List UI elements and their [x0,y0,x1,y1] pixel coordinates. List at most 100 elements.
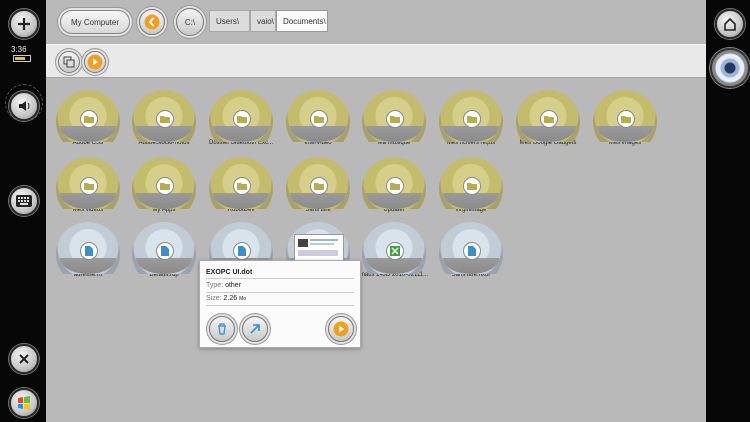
folder-icon [237,116,247,123]
type-value: other [225,282,242,289]
item-dome [439,90,503,142]
document-icon [238,246,246,256]
folder-item[interactable]: Adobe CS3 [51,90,125,147]
item-dome [516,90,580,142]
volume-button[interactable] [9,91,39,121]
file-preview-thumbnail [294,234,344,262]
folder-item[interactable]: Updater [357,157,431,214]
plus-icon [18,18,30,30]
type-label: Type: [206,282,224,289]
item-dome [209,90,273,142]
folder-item[interactable]: virginimage [434,157,508,214]
item-dome [132,222,196,274]
folder-icon [390,183,400,190]
folder-icon [237,183,247,190]
folder-icon [621,116,631,123]
size-unit: Mo [239,296,247,302]
folder-icon [467,116,477,123]
item-dome [362,222,426,274]
close-icon [19,354,29,364]
crumb-users[interactable]: Users\ [209,10,250,32]
item-dome [439,157,503,209]
popup-size-row: Size: 2.26 Mo [206,295,354,306]
folder-item[interactable]: Mes images [588,90,662,147]
document-thumbnail-icon [298,239,338,256]
item-dome [132,90,196,142]
item-dome [439,222,503,274]
windows-logo-icon [18,396,30,410]
size-label: Size: [206,295,222,302]
keyboard-icon [16,195,32,207]
popup-type-row: Type: other [206,282,354,293]
item-dome [56,222,120,274]
item-dome [209,157,273,209]
size-value: 2.26 [223,295,238,302]
diagonal-arrow-icon [250,324,260,334]
folder-icon [314,116,324,123]
crumb-documents[interactable]: Documents\ [276,10,328,32]
item-dome [286,90,350,142]
item-dome [362,90,426,142]
view-toggle-button[interactable] [58,51,80,73]
document-icon [468,246,476,256]
folder-item[interactable]: Sans titre [281,157,355,214]
windows-stack-icon [63,56,75,68]
folder-item[interactable]: Mes Google Gadgets [511,90,585,147]
crumb-vaio[interactable]: vaio\ [250,10,276,32]
open-with-button[interactable] [242,316,268,342]
battery-icon [13,55,31,62]
delete-button[interactable] [209,316,235,342]
folder-icon [84,183,94,190]
folder-icon [544,116,554,123]
folder-item[interactable]: AdobeStockPhotos [127,90,201,147]
item-dome [593,90,657,142]
folder-icon [84,116,94,123]
play-icon [333,321,349,337]
toolbar [46,44,706,78]
home-icon [724,17,736,31]
item-dome [132,157,196,209]
folder-icon [160,183,170,190]
file-item[interactable]: Default.rdp [127,222,201,279]
windows-button[interactable] [9,388,39,418]
folder-item[interactable]: RobotDev [204,157,278,214]
folder-item[interactable]: Dossier Bluetooth Exc... [204,90,278,147]
play-icon [87,54,103,70]
folder-icon [314,183,324,190]
play-button[interactable] [84,51,106,73]
keyboard-button[interactable] [9,186,39,216]
file-item[interactable]: Sans titre.nxor [434,222,508,279]
clock: 3:36 [11,45,27,54]
home-button[interactable] [715,9,745,39]
drive-button[interactable]: C:\ [176,8,204,36]
webcam-button[interactable] [710,48,750,88]
file-info-popup: EXOPC UI.dot Type: other Size: 2.26 Mo [199,260,361,348]
popup-title: EXOPC UI.dot [206,269,354,279]
add-button[interactable] [9,9,39,39]
document-icon [85,246,93,256]
item-dome [56,90,120,142]
item-dome [286,157,350,209]
item-dome [362,157,426,209]
my-computer-button[interactable]: My Computer [60,10,130,34]
left-rail: 3:36 [0,0,46,422]
folder-item[interactable]: My Apps [127,157,201,214]
close-button[interactable] [9,344,39,374]
folder-icon [467,183,477,190]
trash-icon [218,323,226,335]
file-item[interactable]: Inaux 24JD 2010-02111... [357,222,431,279]
file-item[interactable]: adresse.rtf [51,222,125,279]
item-dome [56,157,120,209]
folder-item[interactable]: Mes fichiers reçus [434,90,508,147]
folder-item[interactable]: InterVideo [281,90,355,147]
speaker-icon [19,101,30,111]
folder-item[interactable]: Mes vidéos [51,157,125,214]
folder-icon [160,116,170,123]
back-arrow-icon [144,14,160,30]
back-button[interactable] [139,9,165,35]
spreadsheet-icon [390,246,400,256]
folder-icon [390,116,400,123]
folder-item[interactable]: Ma musique [357,90,431,147]
document-icon [161,246,169,256]
open-button[interactable] [328,316,354,342]
